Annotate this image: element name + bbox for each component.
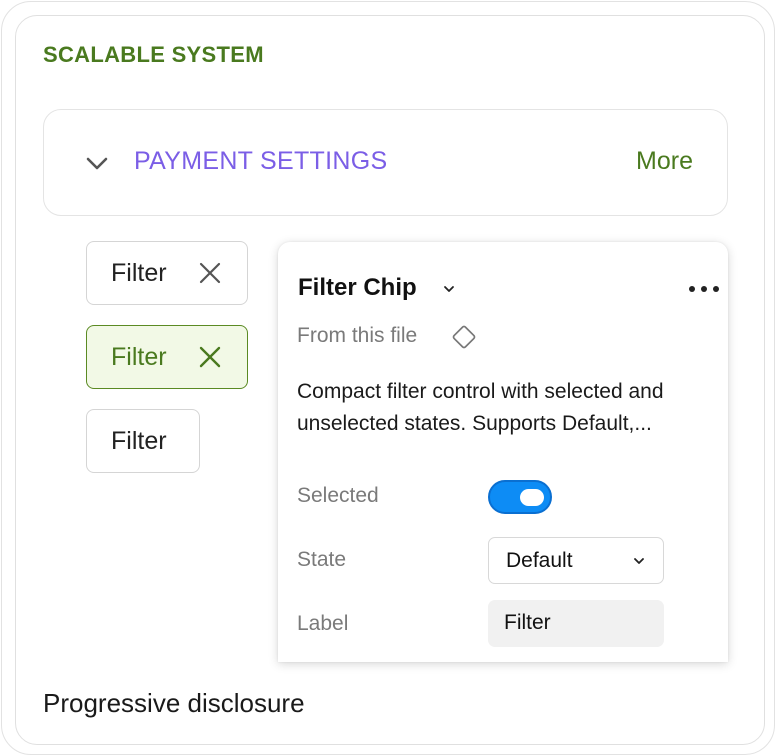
state-select-value: Default	[506, 549, 573, 572]
selected-label: Selected	[297, 484, 379, 507]
more-link[interactable]: More	[636, 147, 693, 176]
filter-chip-selected[interactable]: Filter	[86, 325, 248, 389]
component-properties-panel: Filter Chip From this file Compact filte…	[278, 242, 728, 662]
component-source: From this file	[297, 324, 418, 347]
component-diamond-icon	[452, 325, 476, 349]
panel-title[interactable]: Filter Chip	[298, 274, 417, 302]
accordion-title: PAYMENT SETTINGS	[134, 147, 388, 175]
label-label: Label	[297, 612, 349, 635]
chip-label: Filter	[111, 258, 167, 287]
section-title: SCALABLE SYSTEM	[43, 42, 264, 67]
chip-label: Filter	[111, 342, 167, 371]
component-card: SCALABLE SYSTEM PAYMENT SETTINGS More Fi…	[15, 15, 765, 745]
toggle-knob	[520, 489, 544, 506]
description-line: Compact filter control with selected and	[297, 380, 664, 403]
outer-card: SCALABLE SYSTEM PAYMENT SETTINGS More Fi…	[1, 1, 775, 755]
state-select[interactable]: Default	[488, 537, 664, 584]
chevron-down-icon	[634, 558, 644, 564]
selected-toggle[interactable]	[488, 480, 552, 514]
label-input-value: Filter	[504, 611, 551, 634]
close-icon[interactable]	[199, 262, 221, 284]
payment-settings-accordion[interactable]: PAYMENT SETTINGS More	[43, 109, 728, 216]
chevron-down-icon[interactable]	[443, 284, 455, 294]
state-label: State	[297, 548, 347, 571]
filter-chip-default[interactable]: Filter	[86, 241, 248, 305]
card-caption: Progressive disclosure	[43, 688, 305, 718]
more-options-icon[interactable]	[688, 285, 720, 293]
component-description: Compact filter control with selected and…	[297, 376, 727, 440]
label-input[interactable]: Filter	[488, 600, 664, 647]
filter-chip-plain[interactable]: Filter	[86, 409, 200, 473]
description-line: unselected states. Supports Default,...	[297, 412, 652, 435]
chevron-down-icon[interactable]	[84, 150, 110, 176]
close-icon[interactable]	[199, 346, 221, 368]
chip-label: Filter	[111, 426, 167, 455]
